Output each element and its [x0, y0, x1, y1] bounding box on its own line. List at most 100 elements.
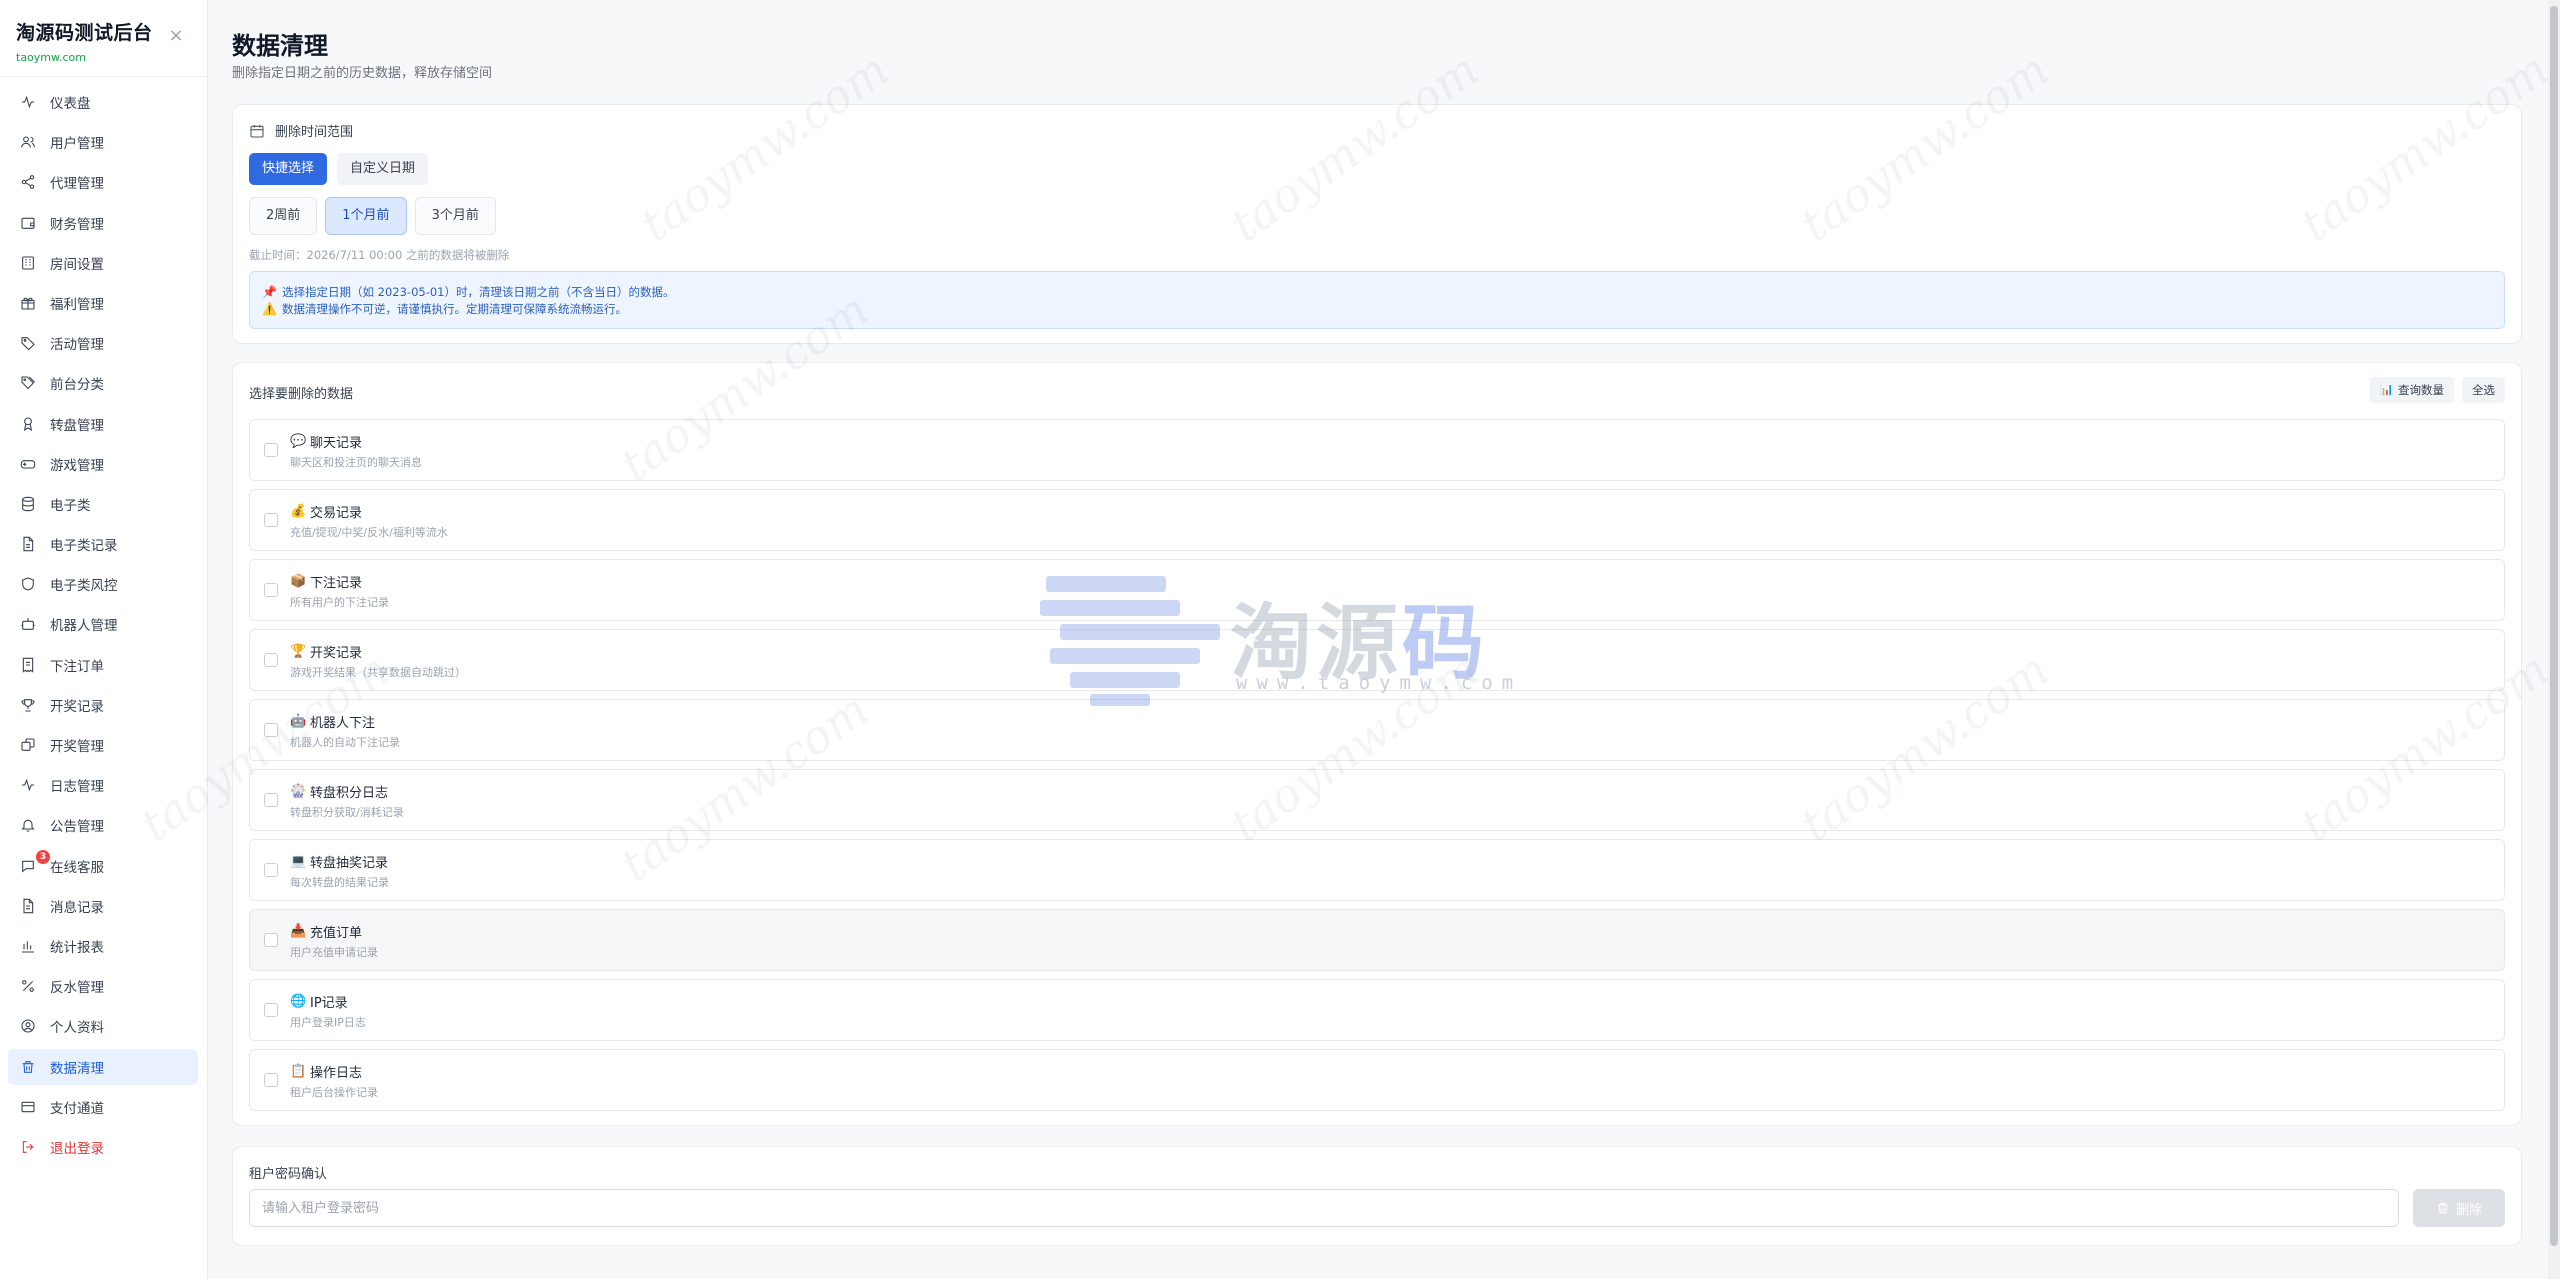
data-type-checkbox[interactable]: [264, 583, 278, 597]
sidebar-item[interactable]: 转盘管理: [8, 406, 198, 442]
brand-subtitle: taoymw.com: [16, 51, 86, 64]
trash-icon: [20, 1059, 36, 1075]
sidebar-item-label: 仪表盘: [50, 96, 91, 112]
sidebar-item-label: 代理管理: [50, 176, 104, 193]
sidebar-item[interactable]: 机器人管理: [8, 606, 198, 642]
data-type-checkbox[interactable]: [264, 933, 278, 947]
chip-2-weeks[interactable]: 2周前: [249, 197, 318, 235]
data-type-item[interactable]: 💻 转盘抽奖记录 每次转盘的结果记录: [249, 839, 2505, 901]
data-type-title: 🏆 开奖记录: [290, 642, 362, 661]
main-content: 数据清理 删除指定日期之前的历史数据，释放存储空间 删除时间范围 快捷选择 自定…: [208, 0, 2548, 1279]
trash-icon: [2438, 1202, 2448, 1214]
data-type-item[interactable]: 📥 充值订单 用户充值申请记录: [249, 909, 2505, 971]
data-type-item[interactable]: 💬 聊天记录 聊天区和投注页的聊天消息: [249, 419, 2505, 481]
sidebar-item[interactable]: 财务管理: [8, 205, 198, 241]
data-type-item[interactable]: 📦 下注记录 所有用户的下注记录: [249, 559, 2505, 621]
notice-text: 选择指定日期（如 2023-05-01）时，清理该日期之前（不含当日）的数据。: [282, 284, 675, 299]
data-type-item[interactable]: 📋 操作日志租户后台操作记录: [249, 1049, 2505, 1111]
data-type-title: 🌐 IP记录: [290, 992, 348, 1011]
bell-icon: [20, 817, 36, 833]
data-type-item[interactable]: 🤖 机器人下注 机器人的自动下注记录: [249, 699, 2505, 761]
sidebar-item[interactable]: 用户管理: [8, 124, 198, 160]
logout-icon: [20, 1139, 36, 1155]
query-count-button[interactable]: 📊 查询数量: [2370, 377, 2454, 403]
sidebar-item[interactable]: 福利管理: [8, 285, 198, 321]
bot-icon: [20, 616, 36, 632]
sidebar-item[interactable]: 电子类记录: [8, 526, 198, 562]
sidebar-item[interactable]: 在线客服 3: [8, 848, 198, 884]
building-icon: [20, 255, 36, 271]
notice-box: 📌 选择指定日期（如 2023-05-01）时，清理该日期之前（不含当日）的数据…: [249, 271, 2505, 329]
time-range-label: 删除时间范围: [249, 121, 353, 140]
data-type-desc: 充值/提现/中奖/反水/福利等流水: [290, 526, 448, 539]
delete-button[interactable]: 删除: [2413, 1189, 2505, 1227]
shield-icon: [20, 576, 36, 592]
sidebar-item[interactable]: 下注订单: [8, 647, 198, 683]
sidebar-item[interactable]: 退出登录: [8, 1129, 198, 1165]
data-type-desc: 用户登录IP日志: [290, 1016, 366, 1029]
data-type-title-text: 转盘积分日志: [310, 786, 389, 801]
data-type-checkbox[interactable]: [264, 653, 278, 667]
sidebar-item[interactable]: 数据清理: [8, 1048, 198, 1085]
scrollbar[interactable]: [2548, 0, 2560, 1279]
sidebar-item[interactable]: 日志管理: [8, 767, 198, 803]
tab-custom-date[interactable]: 自定义日期: [337, 153, 429, 185]
data-type-checkbox[interactable]: [264, 443, 278, 457]
data-type-icon: 📥: [290, 924, 307, 939]
sidebar-item[interactable]: 支付通道: [8, 1089, 198, 1125]
data-type-item[interactable]: 🌐 IP记录用户登录IP日志: [249, 979, 2505, 1041]
cutoff-note: 截止时间：2026/7/11 00:00 之前的数据将被删除: [249, 248, 510, 262]
data-type-icon: 🌐: [290, 994, 307, 1009]
sidebar-item[interactable]: 统计报表: [8, 928, 198, 964]
sidebar-item[interactable]: 消息记录: [8, 888, 198, 924]
sidebar-item-label: 开奖管理: [50, 739, 104, 755]
sidebar-item[interactable]: 电子类: [8, 486, 198, 522]
close-icon[interactable]: ×: [166, 26, 186, 46]
card-actions: 📊 查询数量 全选: [2362, 377, 2505, 403]
sidebar-item-label: 下注订单: [50, 658, 104, 675]
sidebar-item-label: 日志管理: [50, 779, 104, 796]
scrollbar-thumb[interactable]: [2550, 6, 2558, 1246]
sidebar-item-label: 电子类: [50, 497, 91, 514]
data-type-item[interactable]: 💰 交易记录 充值/提现/中奖/反水/福利等流水: [249, 489, 2505, 551]
data-type-desc: 机器人的自动下注记录: [290, 736, 400, 749]
gamepad-icon: [20, 456, 36, 472]
data-type-checkbox[interactable]: [264, 513, 278, 527]
sidebar-item[interactable]: 房间设置: [8, 245, 198, 281]
sidebar-item[interactable]: 仪表盘: [8, 84, 198, 120]
data-type-checkbox[interactable]: [264, 863, 278, 877]
password-input[interactable]: [249, 1189, 2399, 1227]
data-type-icon: 🤖: [290, 714, 307, 729]
sidebar-item[interactable]: 电子类风控: [8, 566, 198, 602]
sidebar-item[interactable]: 个人资料: [8, 1008, 198, 1044]
pin-icon: 📌: [262, 284, 277, 299]
pulse-icon: [20, 777, 36, 793]
sidebar-item[interactable]: 活动管理: [8, 325, 198, 361]
sidebar-item[interactable]: 开奖记录: [8, 687, 198, 723]
sidebar-item[interactable]: 前台分类: [8, 365, 198, 401]
data-type-title: 💻 转盘抽奖记录: [290, 852, 388, 871]
data-type-icon: 💰: [290, 504, 307, 519]
data-type-item[interactable]: 🎡 转盘积分日志 转盘积分获取/消耗记录: [249, 769, 2505, 831]
quick-range-chips: 2周前 1个月前 3个月前: [249, 197, 504, 235]
data-type-desc: 租户后台操作记录: [290, 1086, 378, 1099]
sidebar-item[interactable]: 开奖管理: [8, 727, 198, 763]
data-type-checkbox[interactable]: [264, 1003, 278, 1017]
user-circle-icon: [20, 1018, 36, 1034]
chip-1-month[interactable]: 1个月前: [325, 197, 407, 235]
data-type-title-text: 下注记录: [310, 576, 363, 591]
data-type-checkbox[interactable]: [264, 723, 278, 737]
sidebar-item[interactable]: 公告管理: [8, 807, 198, 843]
chip-3-months[interactable]: 3个月前: [414, 197, 496, 235]
sidebar-item-label: 电子类风控: [50, 578, 118, 595]
sidebar-item[interactable]: 代理管理: [8, 164, 198, 200]
data-type-checkbox[interactable]: [264, 793, 278, 807]
data-type-title: 📋 操作日志: [290, 1062, 362, 1081]
tab-quick-select[interactable]: 快捷选择: [249, 153, 328, 185]
sidebar-item[interactable]: 游戏管理: [8, 446, 198, 482]
mode-tabs: 快捷选择 自定义日期: [249, 153, 438, 185]
select-all-button[interactable]: 全选: [2462, 377, 2505, 403]
data-type-checkbox[interactable]: [264, 1073, 278, 1087]
sidebar-item[interactable]: 反水管理: [8, 968, 198, 1004]
data-type-item[interactable]: 🏆 开奖记录 游戏开奖结果（共享数据自动跳过）: [249, 629, 2505, 691]
